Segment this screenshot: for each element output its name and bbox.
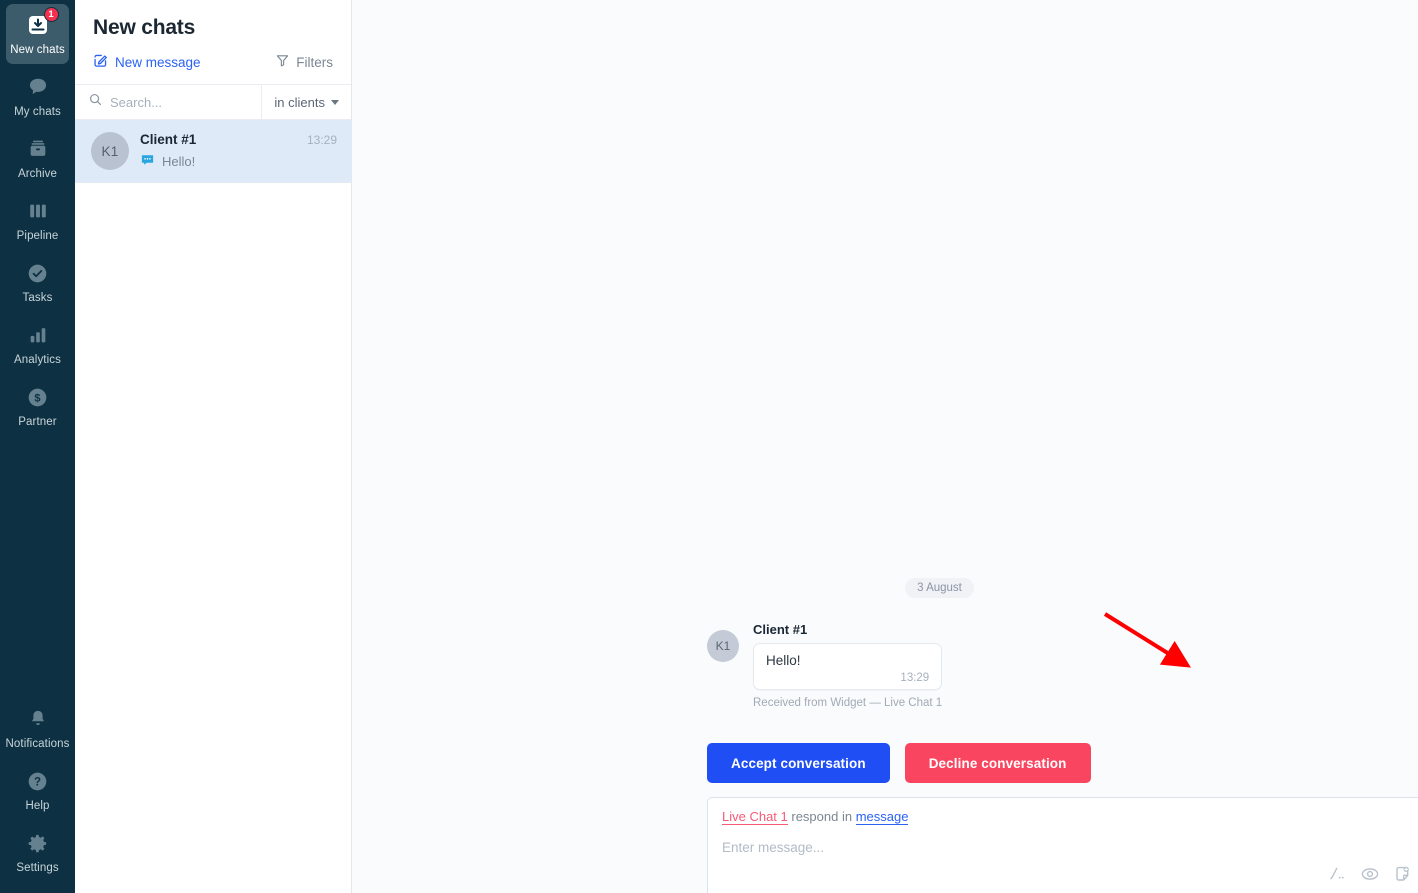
message-time: 13:29 xyxy=(900,672,930,684)
page-title: New chats xyxy=(93,16,196,39)
eye-icon[interactable] xyxy=(1360,864,1380,884)
chat-list-panel: New chats New message Filters Search... … xyxy=(75,0,352,893)
nav-label: Help xyxy=(25,800,50,812)
composer-toolbar xyxy=(722,863,1418,893)
nav-item-my-chats[interactable]: My chats xyxy=(6,66,69,126)
message-row: K1 Client #1 Hello! 13:29 Received from … xyxy=(352,622,1418,709)
composer-channel-switch-link[interactable]: message xyxy=(855,809,909,825)
chat-item-preview-text: Hello! xyxy=(162,153,196,169)
date-separator: 3 August xyxy=(352,578,1418,598)
message-author: Client #1 xyxy=(753,622,808,637)
date-pill-label: 3 August xyxy=(905,578,974,598)
nav-item-partner[interactable]: $ Partner xyxy=(6,376,69,436)
nav-label: My chats xyxy=(14,106,61,118)
nav-label: Pipeline xyxy=(16,230,59,242)
message-bubble[interactable]: Hello! 13:29 xyxy=(753,643,943,690)
chat-item-body: Client #1 13:29 Hello! xyxy=(140,132,337,170)
chat-list-actions: New message Filters xyxy=(93,53,333,84)
sticker-icon[interactable] xyxy=(1393,864,1413,884)
nav-label: Settings xyxy=(16,862,59,874)
compose-icon xyxy=(93,53,108,71)
gear-icon xyxy=(25,830,51,856)
nav-item-notifications[interactable]: Notifications xyxy=(6,698,69,758)
search-row: in clients xyxy=(75,84,351,120)
left-nav: 1 New chats My chats Archive Pipeline Ta… xyxy=(0,0,75,893)
inbox-download-icon: 1 xyxy=(25,7,59,38)
columns-icon xyxy=(25,198,51,224)
nav-item-settings[interactable]: Settings xyxy=(6,822,69,891)
svg-text:?: ? xyxy=(34,776,41,788)
chat-item-time: 13:29 xyxy=(306,133,337,147)
nav-badge-count: 1 xyxy=(43,7,59,22)
message-composer: Live Chat 1 respond in message xyxy=(707,797,1418,893)
composer-channel-label: Live Chat 1 xyxy=(722,809,788,825)
message-source-meta: Received from Widget — Live Chat 1 xyxy=(753,697,943,709)
nav-item-pipeline[interactable]: Pipeline xyxy=(6,190,69,250)
avatar: K1 xyxy=(91,132,129,170)
nav-item-tasks[interactable]: Tasks xyxy=(6,252,69,312)
nav-label: New chats xyxy=(10,44,65,56)
composer-hint: Live Chat 1 respond in message xyxy=(722,808,1418,826)
nav-label: Analytics xyxy=(14,354,61,366)
signature-icon[interactable] xyxy=(1328,864,1347,883)
avatar: K1 xyxy=(707,630,739,662)
nav-item-new-chats[interactable]: 1 New chats xyxy=(6,4,69,64)
archive-box-icon xyxy=(25,136,51,162)
search-box[interactable] xyxy=(75,85,261,119)
chat-list-item[interactable]: K1 Client #1 13:29 Hello! xyxy=(75,120,351,183)
composer-hint-mid: respond in xyxy=(787,809,856,824)
conversation-actions: Accept conversation Decline conversation xyxy=(352,715,1418,797)
chat-list-header: New chats New message Filters xyxy=(75,0,351,84)
search-input[interactable] xyxy=(110,94,248,110)
accept-conversation-button[interactable]: Accept conversation xyxy=(707,743,890,783)
message-text: Hello! xyxy=(766,653,801,668)
app-root: 1 New chats My chats Archive Pipeline Ta… xyxy=(0,0,1418,893)
chevron-down-icon xyxy=(331,99,339,105)
search-scope-label: in clients xyxy=(274,94,325,110)
message-input[interactable] xyxy=(722,840,1418,855)
nav-item-analytics[interactable]: Analytics xyxy=(6,314,69,374)
message-column: Client #1 Hello! 13:29 Received from Wid… xyxy=(753,622,943,709)
filters-button[interactable]: Filters xyxy=(276,54,333,70)
nav-item-archive[interactable]: Archive xyxy=(6,128,69,188)
filter-funnel-icon xyxy=(276,54,289,70)
bell-icon xyxy=(25,706,51,732)
nav-label: Tasks xyxy=(22,292,53,304)
chat-item-preview: Hello! xyxy=(140,152,337,170)
decline-conversation-button[interactable]: Decline conversation xyxy=(904,743,1091,783)
chat-bubble-icon xyxy=(25,74,51,100)
bar-chart-icon xyxy=(25,322,51,348)
main-chat-panel: 3 August K1 Client #1 Hello! 13:29 Recei… xyxy=(352,0,1418,893)
question-circle-icon: ? xyxy=(25,768,51,794)
nav-label: Notifications xyxy=(5,738,70,750)
new-message-label: New message xyxy=(115,54,201,70)
chat-item-top: Client #1 13:29 xyxy=(140,132,337,147)
live-chat-icon xyxy=(140,152,155,170)
nav-label: Partner xyxy=(18,416,57,428)
filters-label: Filters xyxy=(296,54,333,70)
new-message-button[interactable]: New message xyxy=(93,53,201,71)
nav-item-help[interactable]: ? Help xyxy=(6,760,69,820)
check-circle-icon xyxy=(25,260,51,286)
chat-item-name: Client #1 xyxy=(140,132,197,147)
nav-label: Archive xyxy=(17,168,58,180)
svg-text:$: $ xyxy=(34,392,40,404)
dollar-circle-icon: $ xyxy=(25,384,51,410)
message-list: 3 August K1 Client #1 Hello! 13:29 Recei… xyxy=(352,0,1418,715)
search-scope-dropdown[interactable]: in clients xyxy=(261,85,351,119)
search-icon xyxy=(89,93,102,111)
